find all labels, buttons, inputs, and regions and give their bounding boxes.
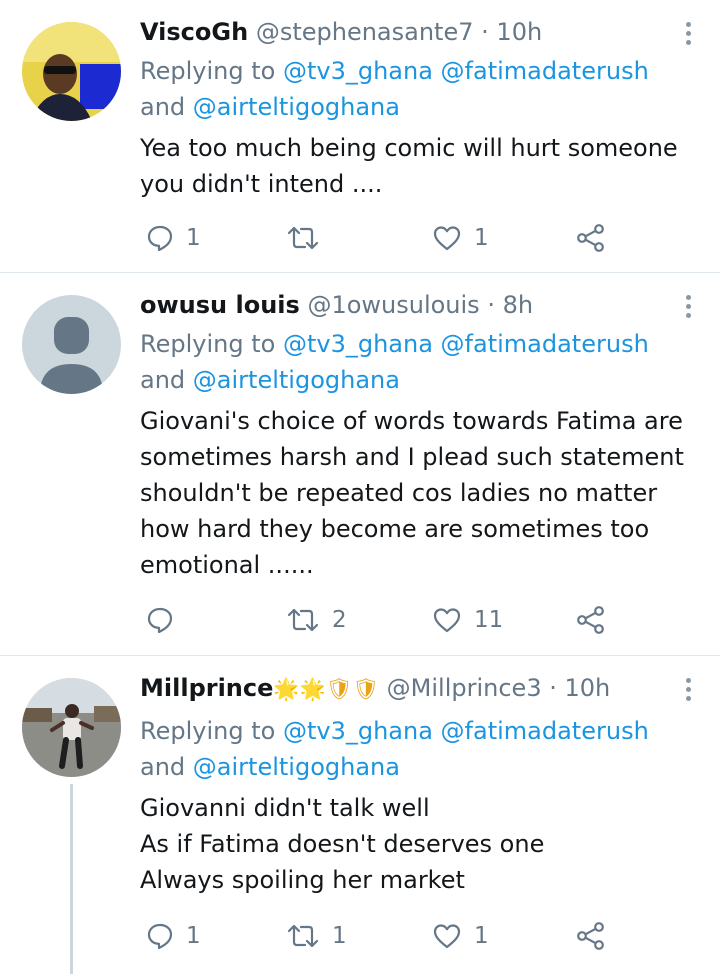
share-button[interactable] [576,220,606,256]
tweet-text-line: As if Fatima doesn't deserves one [140,830,545,858]
avatar[interactable] [22,678,121,777]
more-options-icon[interactable] [684,678,692,706]
retweet-count: 1 [332,923,347,949]
tweet-header: ViscoGh @stephenasante7 · 10h [140,15,542,49]
reply-count: 1 [186,923,201,949]
replying-to-and: and [140,753,186,781]
avatar[interactable] [22,22,121,121]
heart-icon [433,226,461,251]
like-count: 1 [474,923,489,949]
tweet-text: Giovani's choice of words towards Fatima… [140,403,700,583]
separator: · [549,674,557,702]
replying-to: Replying to @tv3_ghana @fatimadaterush a… [140,713,649,785]
share-button[interactable] [576,918,606,954]
heart-icon [433,608,461,633]
replying-to-and: and [140,366,186,394]
tweet-text-line: shouldn't be repeated cos ladies no matt… [140,479,658,507]
display-name[interactable]: ViscoGh [140,18,248,46]
replying-to-label: Replying to [140,57,276,85]
more-options-icon[interactable] [684,22,692,50]
mention-link[interactable]: @fatimadaterush [441,57,649,85]
retweet-count: 2 [332,607,347,633]
mention-link[interactable]: @fatimadaterush [441,330,649,358]
reply-icon [147,923,173,950]
replying-to: Replying to @tv3_ghana @fatimadaterush a… [140,53,649,125]
timestamp[interactable]: 8h [503,291,533,319]
tweet-text-line: how hard they become are sometimes too [140,515,650,543]
mention-link[interactable]: @fatimadaterush [441,717,649,745]
tweet-actions: 1 1 [0,220,720,256]
like-count: 1 [474,225,489,251]
retweet-icon [287,226,319,250]
display-name[interactable]: owusu louis [140,291,300,319]
replying-to-and: and [140,93,186,121]
retweet-button[interactable] [286,220,332,256]
share-icon [577,922,604,950]
reply-count: 1 [186,225,201,251]
tweet-text: Giovanni didn't talk well As if Fatima d… [140,790,700,898]
reply-button[interactable] [146,602,186,638]
like-button[interactable]: 1 [432,918,489,954]
timestamp[interactable]: 10h [565,674,611,702]
tweet-text-line: you didn't intend .... [140,170,383,198]
tweet-actions: 2 11 [0,602,720,638]
tweet-text: Yea too much being comic will hurt someo… [140,130,700,202]
mention-link[interactable]: @airteltigoghana [193,93,400,121]
tweet-header: owusu louis @1owusulouis · 8h [140,288,533,322]
username[interactable]: @Millprince3 [387,674,542,702]
separator: · [481,18,489,46]
share-icon [577,606,604,634]
tweet[interactable]: owusu louis @1owusulouis · 8h Replying t… [0,273,720,655]
share-button[interactable] [576,602,606,638]
mention-link[interactable]: @tv3_ghana [283,717,433,745]
timestamp[interactable]: 10h [496,18,542,46]
username[interactable]: @1owusulouis [307,291,479,319]
retweet-button[interactable]: 2 [286,602,347,638]
tweet[interactable]: ViscoGh @stephenasante7 · 10h Replying t… [0,0,720,272]
reply-icon [147,607,173,634]
mention-link[interactable]: @tv3_ghana [283,57,433,85]
mention-link[interactable]: @airteltigoghana [193,753,400,781]
retweet-button[interactable]: 1 [286,918,347,954]
share-icon [577,224,604,252]
more-options-icon[interactable] [684,295,692,323]
tweet-header: Millprince🌟🌟🛡🛡 @Millprince3 · 10h [140,671,610,706]
reply-button[interactable]: 1 [146,220,201,256]
like-button[interactable]: 1 [432,220,489,256]
tweet-text-line: Giovani's choice of words towards Fatima… [140,407,683,435]
retweet-icon [287,608,319,632]
tweet-text-line: Giovanni didn't talk well [140,794,430,822]
tweet-text-line: emotional ...... [140,551,314,579]
name-emoji: 🌟🌟🛡🛡 [273,677,380,701]
mention-link[interactable]: @airteltigoghana [193,366,400,394]
retweet-icon [287,924,319,948]
replying-to-label: Replying to [140,717,276,745]
tweet[interactable]: Millprince🌟🌟🛡🛡 @Millprince3 · 10h Replyi… [0,656,720,974]
mention-link[interactable]: @tv3_ghana [283,330,433,358]
reply-icon [147,225,173,252]
like-count: 11 [474,607,504,633]
display-name[interactable]: Millprince [140,674,273,702]
replying-to: Replying to @tv3_ghana @fatimadaterush a… [140,326,649,398]
heart-icon [433,924,461,949]
like-button[interactable]: 11 [432,602,503,638]
replying-to-label: Replying to [140,330,276,358]
username[interactable]: @stephenasante7 [256,18,474,46]
separator: · [487,291,495,319]
tweet-text-line: Yea too much being comic will hurt someo… [140,134,678,162]
tweet-text-line: Always spoiling her market [140,866,465,894]
reply-button[interactable]: 1 [146,918,201,954]
avatar[interactable] [22,295,121,394]
tweet-actions: 1 1 1 [0,918,720,954]
tweet-text-line: sometimes harsh and I plead such stateme… [140,443,684,471]
